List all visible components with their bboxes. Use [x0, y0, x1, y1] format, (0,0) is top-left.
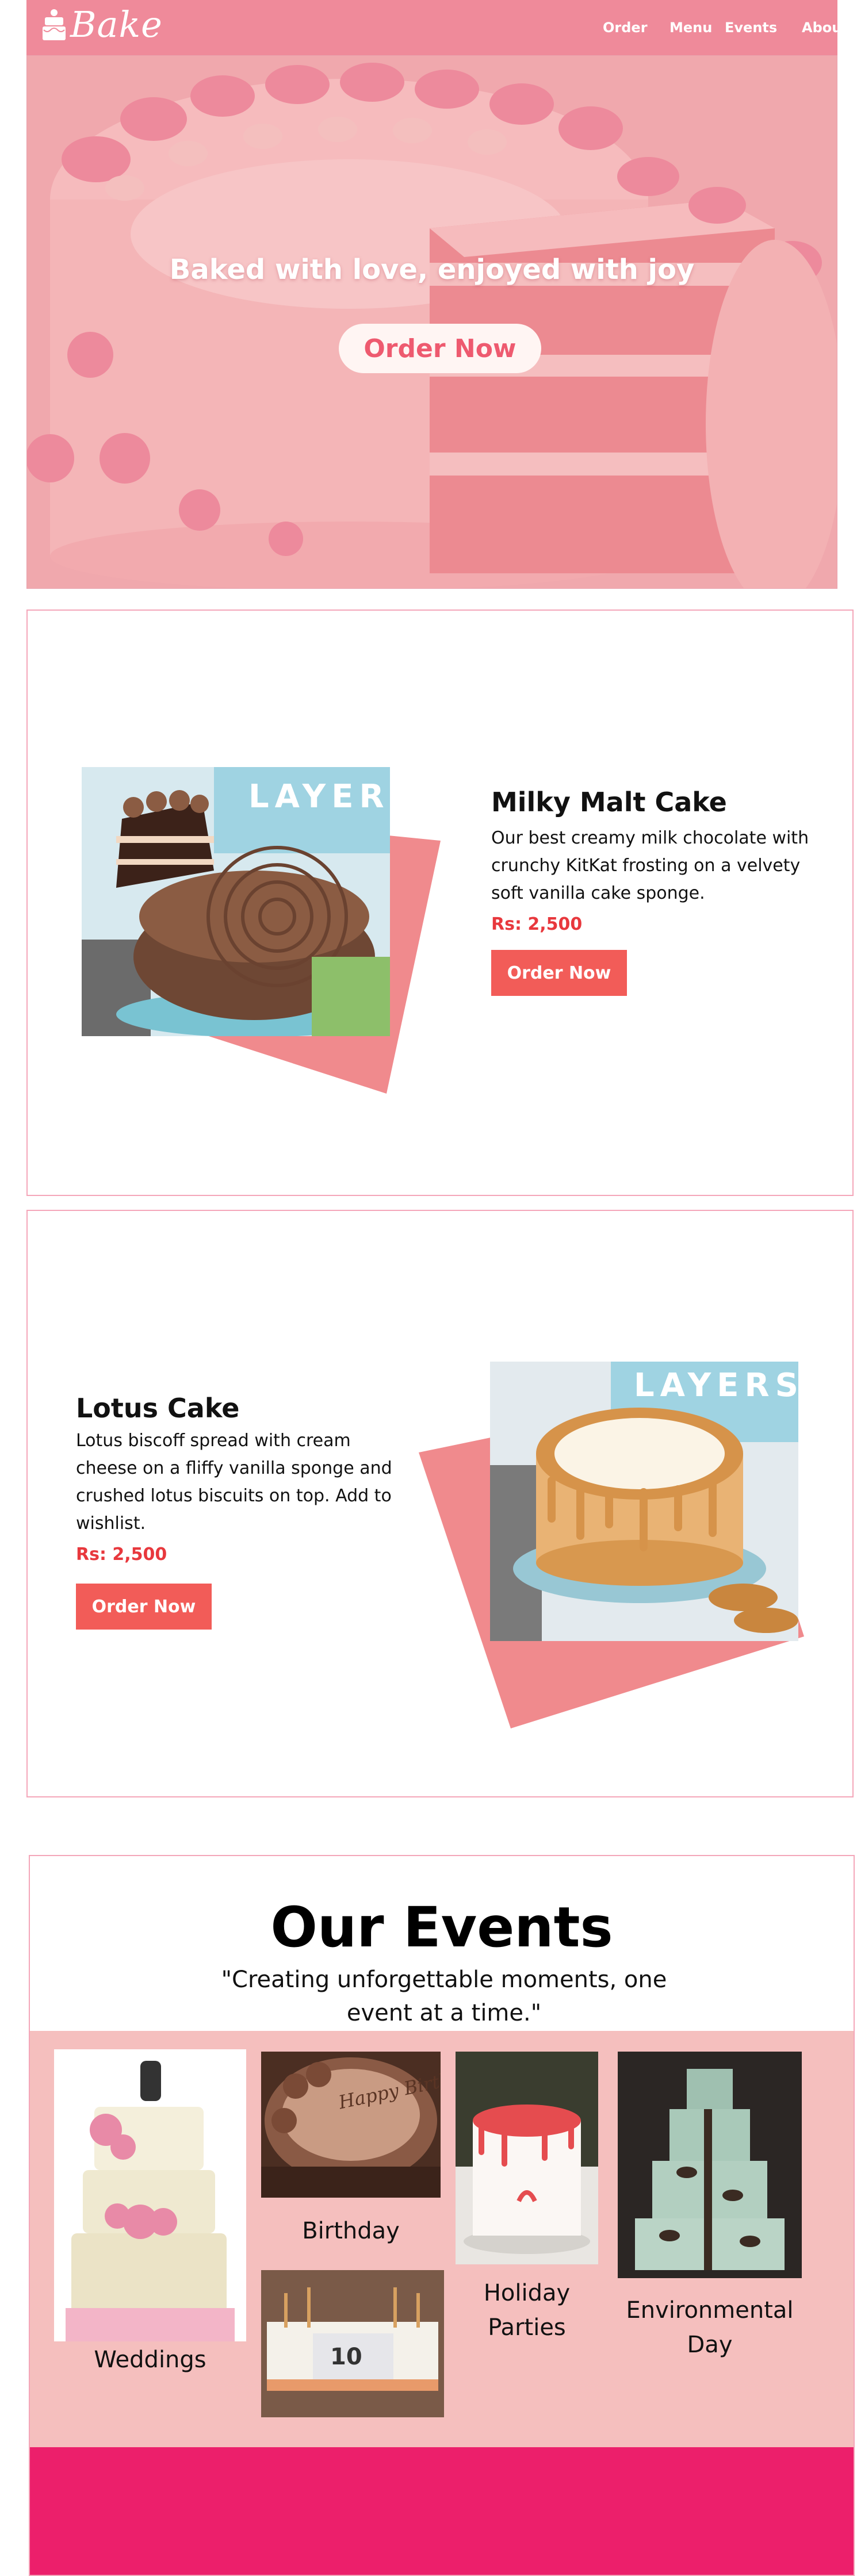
product-title: Lotus Cake: [76, 1393, 240, 1424]
sheet-cake-text: 10: [330, 2344, 362, 2370]
event-card-anniversary-cake[interactable]: 10: [261, 2270, 444, 2417]
product-description: Lotus biscoff spread with cream cheese o…: [76, 1431, 392, 1534]
nav-item-events[interactable]: Events: [725, 20, 777, 36]
holiday-cake-image: [456, 2052, 598, 2264]
layers-sign-text: LAYERS: [248, 778, 390, 815]
event-label-birthday: Birthday: [302, 2218, 400, 2244]
product-title: Milky Malt Cake: [491, 787, 727, 818]
nav-item-about-us[interactable]: About Us: [802, 20, 857, 36]
hero-title: Baked with love, enjoyed with joy: [169, 254, 695, 286]
footer-band: [30, 2447, 854, 2575]
event-card-holiday-parties[interactable]: [456, 2052, 598, 2264]
events-quote: "Creating unforgettable moments, one eve…: [221, 1966, 667, 2026]
events-title: Our Events: [270, 1895, 613, 1960]
navbar: Bake Order Menu Events About Us: [26, 0, 857, 55]
product-card-lotus: Lotus Cake Lotus biscoff spread with cre…: [26, 1210, 854, 1797]
event-card-environmental-day[interactable]: [618, 2052, 802, 2278]
hero-order-now-button[interactable]: Order Now: [339, 324, 541, 373]
product-price: Rs: 2,500: [491, 914, 583, 934]
order-now-button[interactable]: Order Now: [491, 950, 627, 996]
event-label-environmental-day: Environmental Day: [626, 2297, 794, 2358]
order-now-button[interactable]: Order Now: [76, 1584, 212, 1630]
milky-malt-cake-image: LAYERS: [82, 767, 390, 1036]
sheet-cake-image: 10: [261, 2270, 444, 2417]
product-price: Rs: 2,500: [76, 1544, 167, 1565]
events-section: Our Events "Creating unforgettable momen…: [29, 1855, 855, 2576]
hero-cake-image: [27, 56, 837, 588]
event-card-birthday[interactable]: Happy Birthday: [261, 2052, 441, 2198]
event-card-weddings[interactable]: [54, 2049, 246, 2341]
hero-banner: Baked with love, enjoyed with joy Order …: [26, 55, 837, 589]
product-description: Our best creamy milk chocolate with crun…: [491, 828, 809, 903]
event-label-holiday-parties: Holiday Parties: [483, 2280, 571, 2341]
wedding-cake-image: [54, 2049, 246, 2341]
environmental-cake-image: [618, 2052, 802, 2278]
birthday-cake-image: Happy Birthday: [261, 2052, 441, 2198]
nav-item-menu[interactable]: Menu: [669, 20, 712, 36]
cake-logo-icon: [43, 7, 66, 43]
product-card-milky-malt: LAYERS Milky Malt Cake Our best creamy m…: [26, 610, 854, 1196]
event-label-weddings: Weddings: [94, 2347, 206, 2373]
nav-item-order[interactable]: Order: [603, 20, 648, 36]
brand-name: Bake: [70, 3, 163, 45]
brand-logo[interactable]: Bake: [43, 7, 163, 43]
layers-sign-text: LAYERS: [634, 1367, 798, 1404]
lotus-cake-image: LAYERS: [490, 1362, 798, 1641]
